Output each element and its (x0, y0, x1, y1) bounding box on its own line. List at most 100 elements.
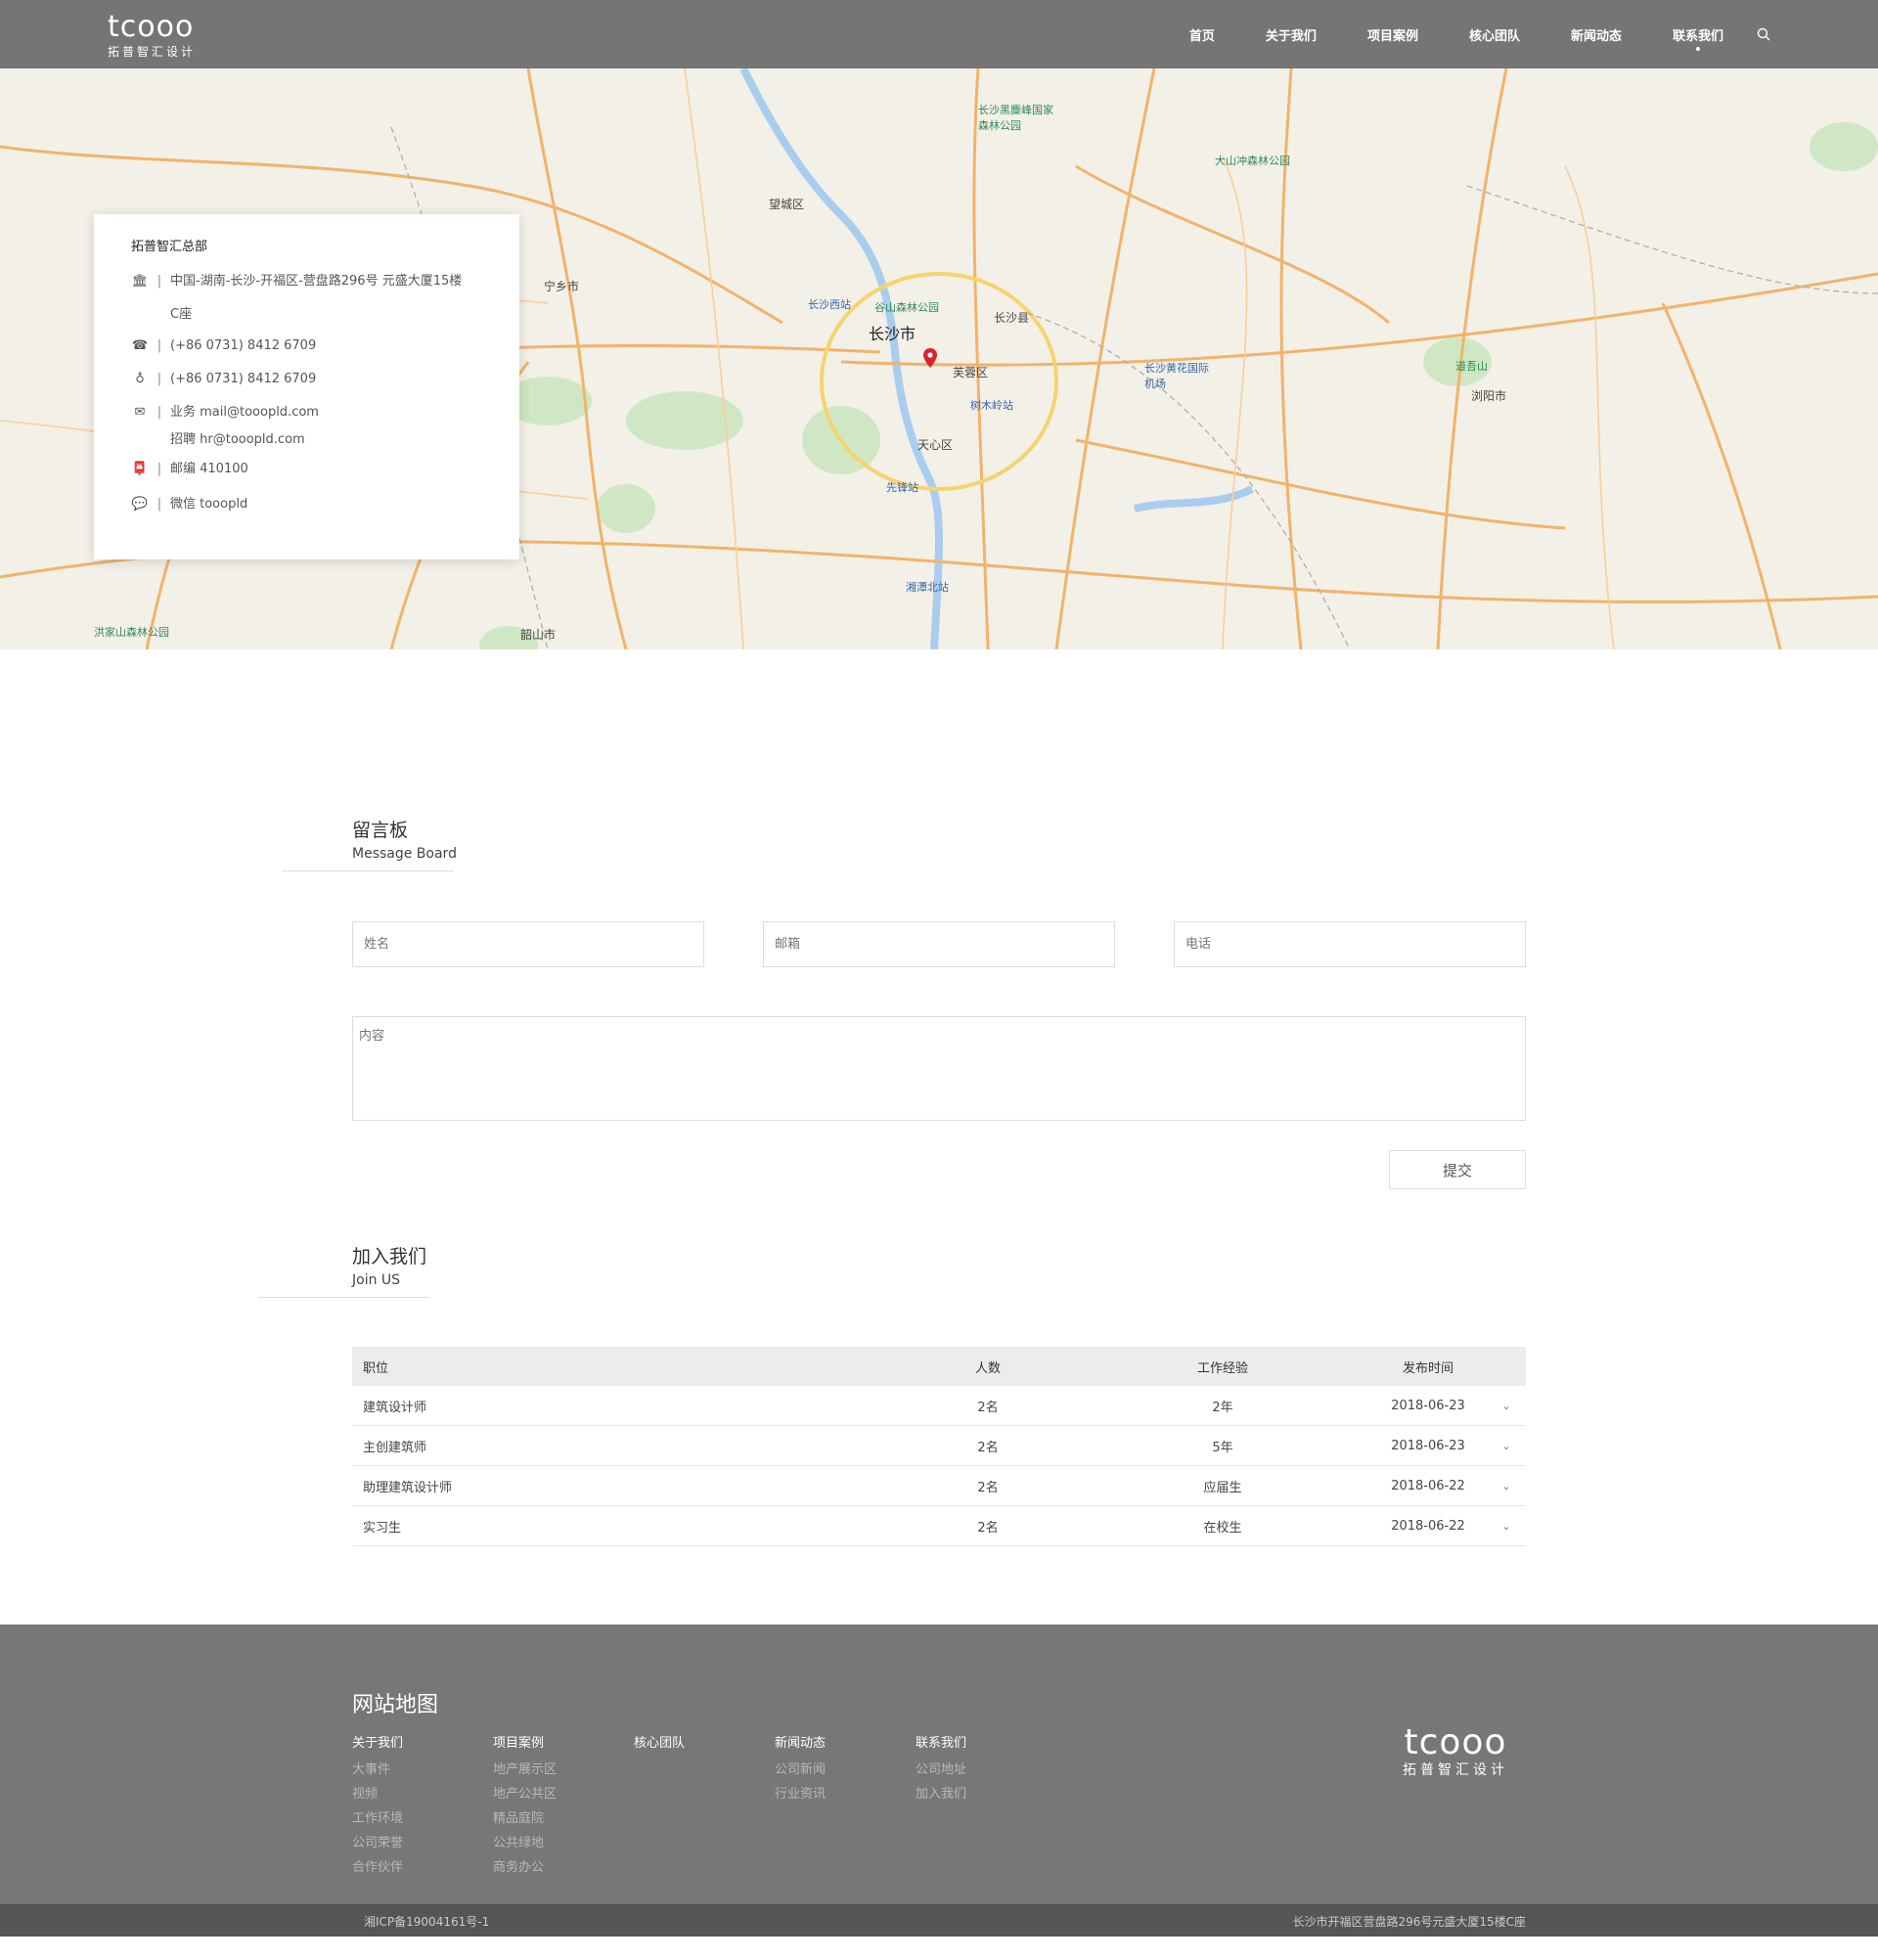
mail-icon: ✉ (134, 405, 146, 420)
email-input[interactable] (763, 921, 1115, 967)
footer-link[interactable]: 公司新闻 (775, 1758, 826, 1782)
site-footer: 网站地图 关于我们 大事件 视频 工作环境 公司荣誉 合作伙伴 项目案例 地产展… (0, 1625, 1878, 1904)
map-label-dashanchong: 大山冲森林公园 (1215, 155, 1290, 167)
map-label-xianfeng: 先锋站 (886, 481, 918, 494)
footer-col-head[interactable]: 项目案例 (493, 1732, 557, 1751)
map-label-west-station: 长沙西站 (808, 298, 851, 311)
map-label-shumuling: 树木岭站 (970, 399, 1013, 412)
name-input[interactable] (352, 921, 704, 967)
footer-col-head[interactable]: 关于我们 (352, 1732, 403, 1751)
footer-link[interactable]: 公共绿地 (493, 1831, 557, 1855)
email-hr[interactable]: 招聘 hr@tooopld.com (170, 432, 305, 447)
logo[interactable]: tcooo 拓普智汇设计 (108, 10, 196, 60)
chevron-down-icon[interactable]: ⌄ (1487, 1480, 1526, 1492)
footer-link[interactable]: 合作伙伴 (352, 1855, 403, 1880)
nav-team[interactable]: 核心团队 (1469, 25, 1520, 44)
address-text: 中国-湖南-长沙-开福区-营盘路296号 元盛大厦15楼 C座 (170, 274, 463, 322)
footer-link[interactable]: 大事件 (352, 1758, 403, 1782)
footer-link[interactable]: 工作环境 (352, 1806, 403, 1831)
chat-icon: 💬 (131, 497, 149, 512)
footer-link[interactable]: 地产展示区 (493, 1758, 557, 1782)
footer-col-head[interactable]: 核心团队 (634, 1732, 685, 1751)
site-header: tcooo 拓普智汇设计 首页 关于我们 项目案例 核心团队 新闻动态 联系我们 (0, 0, 1878, 68)
footer-logo: tcooo 拓普智汇设计 (1403, 1722, 1508, 1779)
footer-col-head[interactable]: 新闻动态 (775, 1732, 826, 1751)
message-board-subtitle: Message Board (352, 846, 457, 862)
nav-contact[interactable]: 联系我们 (1673, 25, 1723, 51)
message-board-title: 留言板 (352, 820, 409, 841)
building-icon: 🏛 (131, 274, 149, 289)
map-label-gushan-park: 谷山森林公园 (874, 301, 939, 314)
map-label-heimifeng: 长沙黑麋峰国家森林公园 (978, 104, 1053, 132)
sitemap-title: 网站地图 (352, 1693, 439, 1717)
location-map[interactable]: 长沙市 望城区 长沙县 芙蓉区 天心区 宁乡市 浏阳市 韶山市 长沙黄花国际机场… (0, 68, 1878, 649)
footer-col-team: 核心团队 (634, 1732, 685, 1758)
chevron-down-icon[interactable]: ⌄ (1487, 1400, 1526, 1412)
submit-button[interactable]: 提交 (1389, 1150, 1526, 1189)
jobs-table-header: 职位 人数 工作经验 发布时间 (352, 1347, 1526, 1386)
email-biz[interactable]: 业务 mail@tooopld.com (170, 405, 319, 420)
postcode-row: 📮 | 邮编 410100 (131, 456, 482, 483)
nav-home[interactable]: 首页 (1189, 25, 1215, 44)
nav-news[interactable]: 新闻动态 (1571, 25, 1622, 44)
footer-col-head[interactable]: 联系我们 (916, 1732, 966, 1751)
email-row: ✉ | 业务 mail@tooopld.com 招聘 hr@tooopld.co… (131, 399, 482, 454)
map-label-daowushan: 道吾山 (1455, 360, 1488, 373)
map-label-xiangtan-north: 湘潭北站 (906, 581, 949, 594)
footer-link[interactable]: 商务办公 (493, 1855, 557, 1880)
footer-link[interactable]: 公司荣誉 (352, 1831, 403, 1855)
table-row[interactable]: 实习生 2名 在校生 2018-06-22 ⌄ (352, 1506, 1526, 1546)
phone-input[interactable] (1174, 921, 1526, 967)
address-row: 🏛 | 中国-湖南-长沙-开福区-营盘路296号 元盛大厦15楼 C座 (131, 268, 482, 329)
mobile-row: ♁ | (+86 0731) 8412 6709 (131, 366, 482, 393)
footer-link[interactable]: 加入我们 (916, 1782, 966, 1806)
footer-link[interactable]: 公司地址 (916, 1758, 966, 1782)
footer-col-about: 关于我们 大事件 视频 工作环境 公司荣誉 合作伙伴 (352, 1732, 403, 1880)
footer-link[interactable]: 视频 (352, 1782, 403, 1806)
col-date: 发布时间 (1402, 1360, 1453, 1376)
main-nav: 首页 关于我们 项目案例 核心团队 新闻动态 联系我们 (1139, 0, 1770, 68)
location-pin-icon[interactable] (923, 348, 937, 368)
logo-mark: tcooo (108, 10, 195, 44)
footer-link[interactable]: 精品庭院 (493, 1806, 557, 1831)
map-label-shaoshan: 韶山市 (520, 628, 557, 642)
wechat-row: 💬 | 微信 tooopld (131, 491, 482, 518)
footer-logo-mark: tcooo (1404, 1722, 1507, 1762)
nav-projects[interactable]: 项目案例 (1367, 25, 1418, 44)
phone-text: (+86 0731) 8412 6709 (170, 338, 317, 353)
footer-link[interactable]: 地产公共区 (493, 1782, 557, 1806)
table-row[interactable]: 建筑设计师 2名 2年 2018-06-23 ⌄ (352, 1386, 1526, 1426)
content-textarea[interactable] (352, 1016, 1526, 1121)
copyright-bar: 湘ICP备19004161号-1 长沙市开福区营盘路296号元盛大厦15楼C座 (0, 1904, 1878, 1937)
col-count: 人数 (974, 1360, 1001, 1376)
join-us-heading: 加入我们 Join US (258, 1242, 430, 1298)
footer-col-projects: 项目案例 地产展示区 地产公共区 精品庭院 公共绿地 商务办公 (493, 1732, 557, 1880)
table-row[interactable]: 主创建筑师 2名 5年 2018-06-23 ⌄ (352, 1426, 1526, 1466)
hq-info-card: 拓普智汇总部 🏛 | 中国-湖南-长沙-开福区-营盘路296号 元盛大厦15楼 … (94, 214, 519, 559)
search-icon[interactable] (1757, 27, 1770, 41)
heading-divider (282, 870, 454, 871)
map-label-airport: 长沙黄花国际机场 (1144, 362, 1209, 390)
map-label-ningxiang: 宁乡市 (544, 280, 580, 293)
hq-title: 拓普智汇总部 (131, 240, 208, 254)
chevron-down-icon[interactable]: ⌄ (1487, 1440, 1526, 1452)
map-label-wangcheng: 望城区 (769, 198, 805, 211)
join-us-title: 加入我们 (352, 1246, 427, 1268)
col-position: 职位 (363, 1360, 389, 1376)
join-us-subtitle: Join US (352, 1272, 401, 1288)
col-experience: 工作经验 (1196, 1360, 1248, 1376)
phone-icon: ☎ (131, 338, 149, 353)
phone-row: ☎ | (+86 0731) 8412 6709 (131, 333, 482, 360)
mobile-text: (+86 0731) 8412 6709 (170, 372, 317, 386)
footer-link[interactable]: 行业资讯 (775, 1782, 826, 1806)
footer-logo-text: 拓普智汇设计 (1403, 1762, 1508, 1778)
table-row[interactable]: 助理建筑设计师 2名 应届生 2018-06-22 ⌄ (352, 1466, 1526, 1506)
message-board-heading: 留言板 Message Board (282, 816, 457, 871)
footer-col-contact: 联系我们 公司地址 加入我们 (916, 1732, 966, 1806)
map-label-furong: 芙蓉区 (953, 366, 989, 379)
nav-about[interactable]: 关于我们 (1266, 25, 1317, 44)
chevron-down-icon[interactable]: ⌄ (1487, 1520, 1526, 1533)
icp-number[interactable]: 湘ICP备19004161号-1 (364, 1913, 489, 1930)
map-label-tianxin: 天心区 (917, 438, 954, 452)
map-label-changsha: 长沙市 (869, 325, 917, 343)
